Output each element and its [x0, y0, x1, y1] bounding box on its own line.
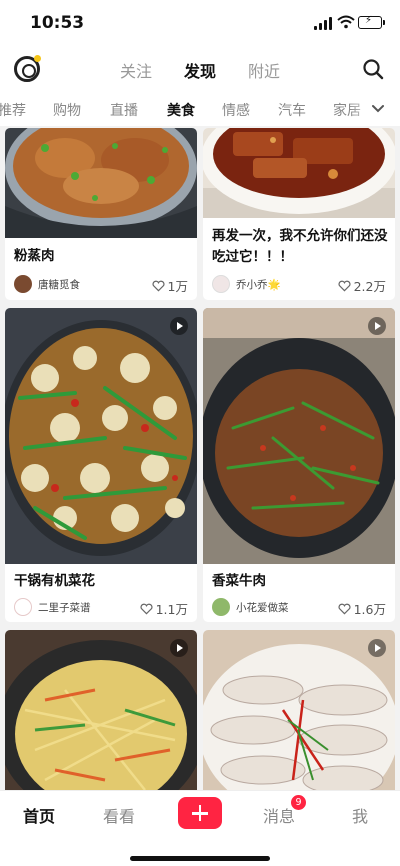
post-cover-image	[5, 128, 197, 238]
category-live[interactable]: 直播	[110, 100, 138, 120]
post-card[interactable]: 粉蒸肉 唐糖觅食 1万	[5, 128, 197, 300]
post-meta: 小花爱做菜 1.6万	[212, 598, 386, 618]
avatar[interactable]	[212, 275, 230, 293]
avatar[interactable]	[14, 598, 32, 616]
battery-charging-icon	[358, 16, 385, 29]
post-cover-image	[203, 128, 395, 218]
author-name[interactable]: 乔小乔🌟	[236, 277, 281, 292]
top-tabs: 关注 发现 附近	[120, 58, 280, 95]
top-header: 关注 发现 附近	[0, 46, 400, 95]
nav-me[interactable]: 我	[352, 803, 368, 827]
like-count[interactable]: 1万	[151, 276, 188, 295]
heart-icon	[151, 280, 165, 292]
author-name[interactable]: 二里子菜谱	[38, 600, 91, 615]
like-count-value: 1万	[167, 279, 188, 294]
post-meta: 二里子菜谱 1.1万	[14, 598, 188, 618]
home-indicator	[130, 856, 270, 861]
like-count-value: 1.6万	[353, 602, 386, 617]
post-cover-image	[5, 630, 197, 790]
post-cover-image	[5, 308, 197, 564]
like-count-value: 2.2万	[353, 279, 386, 294]
food-feed[interactable]: 粉蒸肉 唐糖觅食 1万 再发一次，我不允许你们还没吃过它！！！ 乔小乔🌟 2.2…	[0, 126, 400, 790]
post-title: 粉蒸肉	[14, 248, 55, 264]
tab-discover[interactable]: 发现	[184, 58, 216, 95]
like-count-value: 1.1万	[155, 602, 188, 617]
search-icon[interactable]	[362, 58, 384, 80]
post-button[interactable]	[178, 797, 222, 829]
post-card[interactable]: 香菜牛肉 小花爱做菜 1.6万	[203, 308, 395, 622]
post-meta: 乔小乔🌟 2.2万	[212, 275, 386, 295]
post-title: 干锅有机菜花	[14, 573, 95, 589]
category-food[interactable]: 美食	[167, 100, 195, 120]
message-count-badge: 9	[291, 795, 306, 810]
post-card[interactable]	[5, 630, 197, 790]
post-card[interactable]	[203, 630, 395, 790]
video-play-icon	[368, 639, 386, 657]
nav-messages[interactable]: 消息	[263, 803, 295, 827]
status-bar: 10:53	[0, 0, 400, 46]
app-logo-icon[interactable]	[14, 55, 41, 82]
heart-icon	[338, 280, 351, 292]
like-count[interactable]: 1.6万	[338, 599, 386, 618]
tab-nearby[interactable]: 附近	[248, 58, 280, 88]
category-bar: 推荐 购物 直播 美食 情感 汽车 家居	[0, 92, 400, 126]
post-cover-image	[203, 630, 395, 790]
post-title: 香菜牛肉	[212, 573, 266, 589]
tab-follow[interactable]: 关注	[120, 58, 152, 88]
author-name[interactable]: 唐糖觅食	[38, 277, 80, 292]
category-emotion[interactable]: 情感	[222, 100, 250, 120]
post-card[interactable]: 再发一次，我不允许你们还没吃过它！！！ 乔小乔🌟 2.2万	[203, 128, 395, 300]
like-count[interactable]: 1.1万	[140, 599, 188, 618]
category-recommend[interactable]: 推荐	[0, 100, 26, 120]
post-meta: 唐糖觅食 1万	[14, 275, 188, 295]
heart-icon	[338, 603, 351, 615]
wifi-icon	[337, 15, 355, 29]
video-play-icon	[170, 317, 188, 335]
heart-icon	[140, 603, 153, 615]
avatar[interactable]	[212, 598, 230, 616]
post-title: 再发一次，我不允许你们还没吃过它！！！	[212, 228, 388, 265]
avatar[interactable]	[14, 275, 32, 293]
nav-watch[interactable]: 看看	[103, 803, 135, 827]
cellular-signal-icon	[314, 17, 334, 30]
video-play-icon	[170, 639, 188, 657]
bottom-nav: 首页 看看 消息 9 我	[0, 790, 400, 866]
category-shopping[interactable]: 购物	[53, 100, 81, 120]
video-play-icon	[368, 317, 386, 335]
category-cars[interactable]: 汽车	[278, 100, 306, 120]
like-count[interactable]: 2.2万	[338, 276, 386, 295]
chevron-down-icon[interactable]	[370, 100, 386, 116]
post-card[interactable]: 干锅有机菜花 二里子菜谱 1.1万	[5, 308, 197, 622]
nav-home[interactable]: 首页	[23, 803, 55, 827]
author-name[interactable]: 小花爱做菜	[236, 600, 289, 615]
status-time: 10:53	[30, 13, 85, 33]
post-cover-image	[203, 308, 395, 564]
